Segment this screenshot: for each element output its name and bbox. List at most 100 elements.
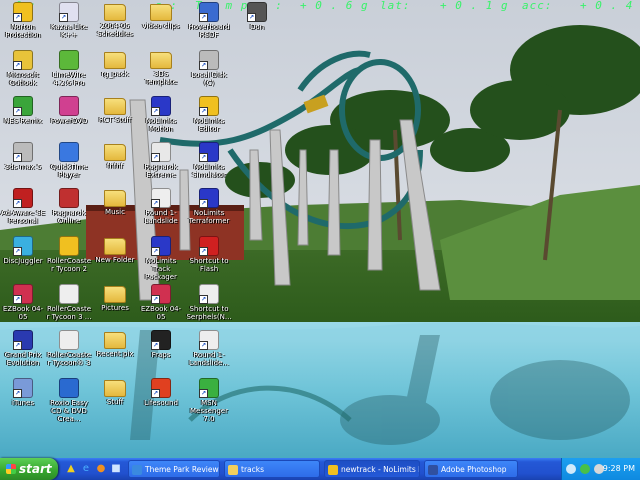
hud-item: + 0 . 4 — [580, 0, 634, 12]
desktop-icon-item[interactable]: ↗ Local Disk (C) — [186, 50, 232, 94]
task-button[interactable]: Theme Park Review F... — [128, 460, 220, 478]
desktop-icon-item[interactable]: ↗ NoLimits Editor — [186, 96, 232, 140]
nolimits-icon: ↗ — [151, 96, 171, 116]
desktop-icon-item[interactable]: ↗ Kazaa Lite K++ — [46, 2, 92, 46]
document-icon: ↗ — [151, 188, 171, 208]
folder-icon — [104, 380, 126, 397]
desktop-icon-item[interactable]: RollerCoaster Tycoon® 3 — [46, 330, 92, 374]
aim-icon[interactable]: ▲ — [64, 462, 78, 476]
folder-icon — [104, 332, 126, 349]
desktop-icon-item[interactable]: ↗ NoLimits Motion — [138, 96, 184, 140]
desktop-icon-item[interactable]: ↗ NoLimits Terraformer — [186, 188, 232, 232]
desktop-icon-item[interactable]: ↗ DiscJuggler — [0, 236, 46, 280]
desktop-icon-label: Ragnarok Online — [52, 209, 86, 225]
shortcut-arrow-icon: ↗ — [151, 247, 160, 256]
shortcut-arrow-icon: ↗ — [247, 13, 256, 22]
desktop-icon[interactable]: ■ — [109, 462, 123, 476]
desktop-icon-item[interactable]: ↗ Round 1-Landslide... — [186, 330, 232, 374]
desktop-icon-item[interactable]: ↗ Shortcut to Flash — [186, 236, 232, 280]
desktop-icon-label: RollerCoaster Tycoon 2 — [46, 257, 92, 273]
desktop-icon-item[interactable]: Pictures — [92, 284, 138, 328]
desktop-icon-item[interactable]: ↗ Hoverboard RSDF — [186, 2, 232, 46]
desktop-icon-item[interactable]: ↗ Ad-Aware SE Personal — [0, 188, 46, 232]
shortcut-arrow-icon: ↗ — [13, 389, 22, 398]
desktop-icon-item[interactable]: ↗ Lifesound — [138, 378, 184, 422]
desktop-icon-item[interactable]: PowerDVD — [46, 96, 92, 140]
desktop-icon-item[interactable]: fhfhf — [92, 142, 138, 186]
desktop-icon-item[interactable]: Roxio Easy CD & DVD Crea... — [46, 378, 92, 423]
tray-network-icon[interactable] — [580, 464, 590, 474]
desktop-icon-item[interactable]: RollerCoaster Tycoon 3 ... — [46, 284, 92, 328]
nolimits-icon: ↗ — [151, 236, 171, 256]
desktop-icon-item[interactable]: Recent pix — [92, 330, 138, 374]
task-button-label: newtrack - NoLimits E... — [341, 465, 419, 474]
desktop-icon-item[interactable]: RCT Stuff — [92, 96, 138, 140]
desktop-icon-item[interactable]: QuickTime Player — [46, 142, 92, 186]
shortcut-arrow-icon: ↗ — [199, 107, 208, 116]
media-icon[interactable]: ● — [94, 462, 108, 476]
desktop-icon-label: EZBook 04-05 — [140, 305, 182, 321]
desktop-icon-label: Stuff — [106, 398, 124, 406]
desktop-icon-item[interactable]: ↗ Microsoft Outlook — [0, 50, 46, 94]
nolimits-icon: ↗ — [199, 142, 219, 162]
desktop-icon-item[interactable]: ↗ MSN Messenger 7.0 — [186, 378, 232, 423]
shortcut-arrow-icon: ↗ — [13, 247, 22, 256]
desktop-icon-label: LimeWire 4.2.6 Pro — [52, 71, 86, 87]
3dsmax-icon: ↗ — [13, 142, 33, 162]
desktop-icon-item[interactable]: ↗ 3ds max 5 — [0, 142, 46, 186]
desktop-icon-item[interactable]: ↗ Ragnarok Extreme — [138, 142, 184, 186]
quicktime-icon — [59, 142, 79, 162]
desktop-icon-item[interactable]: New Folder — [92, 236, 138, 280]
task-button[interactable]: Adobe Photoshop — [424, 460, 518, 478]
shortcut-arrow-icon: ↗ — [13, 107, 22, 116]
desktop-icon-item[interactable]: 2004-05 Schedules — [92, 2, 138, 46]
desktop-icon-label: 3ds max 5 — [4, 163, 42, 171]
desktop-icon-item[interactable]: 3DS Template — [138, 50, 184, 94]
desktop-icon-item[interactable]: ↗ EZBook 04-05 — [0, 284, 46, 328]
desktop-icon-item[interactable]: ↗ Norton Protection — [0, 2, 46, 46]
desktop-icon-label: Ad-Aware SE Personal — [0, 209, 46, 225]
desktop-icon-item[interactable]: ↗ NoLimits Simulator — [186, 142, 232, 186]
msn-icon: ↗ — [199, 378, 219, 398]
desktop-icon-item[interactable]: ↗ Grand Prix Evolution — [0, 330, 46, 374]
desktop-icon-item[interactable]: LimeWire 4.2.6 Pro — [46, 50, 92, 94]
desktop-icon-item[interactable]: Music — [92, 188, 138, 232]
desktop-icon-item[interactable]: video clips — [138, 2, 184, 46]
disk-icon: ↗ — [199, 50, 219, 70]
desktop-icon-item[interactable]: ↗ NES Remix — [0, 96, 46, 140]
folder-icon — [104, 52, 126, 69]
desktop-icon-item[interactable]: Stuff — [92, 378, 138, 422]
ie-icon[interactable]: e — [79, 462, 93, 476]
desktop-icon-label: Shortcut to Serphels(N... — [186, 305, 232, 321]
desktop-icon-item[interactable]: ↗ Don — [234, 2, 280, 46]
task-button[interactable]: tracks — [224, 460, 320, 478]
desktop-icon-item[interactable]: ↗ Round 1-Landslide — [138, 188, 184, 232]
ie-icon — [132, 465, 142, 475]
desktop-icon-item[interactable]: ↗ Fraps — [138, 330, 184, 374]
shortcut-arrow-icon: ↗ — [151, 107, 160, 116]
shortcut-arrow-icon: ↗ — [199, 61, 208, 70]
task-button[interactable]: newtrack - NoLimits E... — [324, 460, 420, 478]
desktop-icon-item[interactable]: RollerCoaster Tycoon 2 — [46, 236, 92, 280]
desktop-icon-item[interactable]: ↗ NoLimits Track Packager — [138, 236, 184, 281]
desktop-icon-label: NoLimits Simulator — [192, 163, 226, 179]
nolimits-icon — [328, 465, 338, 475]
desktop-icon-item[interactable]: Ragnarok Online — [46, 188, 92, 232]
desktop-icon-item[interactable]: ↗ Shortcut to Serphels(N... — [186, 284, 232, 328]
tray-arrow-icon[interactable] — [566, 464, 576, 474]
desktop-icon-item[interactable]: ↗ EZBook 04-05 — [138, 284, 184, 328]
desktop-icon-item[interactable]: rg_pack — [92, 50, 138, 94]
desktop-icon-label: Hoverboard RSDF — [188, 23, 230, 39]
desktop-icon-item[interactable]: ↗ iTunes — [0, 378, 46, 422]
shortcut-arrow-icon: ↗ — [59, 13, 68, 22]
desktop-icon-label: fhfhf — [106, 162, 124, 170]
desktop-icon-label: NoLimits Terraformer — [188, 209, 230, 225]
lifesound-icon: ↗ — [151, 378, 171, 398]
start-button[interactable]: start — [0, 458, 58, 480]
roxio-icon — [59, 378, 79, 398]
clock[interactable]: 9:28 PM — [603, 458, 635, 480]
shortcut-arrow-icon: ↗ — [199, 295, 208, 304]
desktop-icon-label: Music — [105, 208, 125, 216]
shortcut-arrow-icon: ↗ — [199, 389, 208, 398]
desktop-icon-label: RollerCoaster Tycoon 3 ... — [46, 305, 92, 321]
